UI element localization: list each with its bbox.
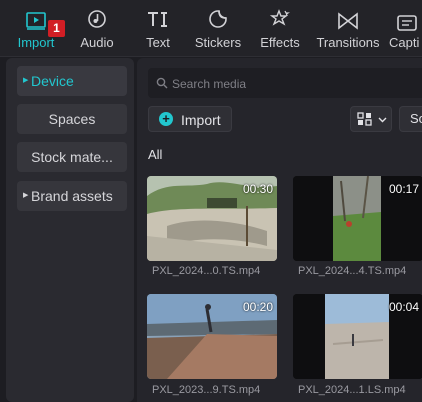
caret-right-icon: ▶ bbox=[23, 192, 29, 199]
sidebar-item-stock-material[interactable]: Stock mate... bbox=[17, 142, 127, 172]
tab-effects-label: Effects bbox=[260, 35, 300, 50]
text-icon bbox=[148, 12, 167, 27]
duration-label: 00:30 bbox=[242, 182, 273, 196]
sidebar-item-device[interactable]: ▶ Device bbox=[17, 66, 127, 96]
caret-right-icon: ▶ bbox=[23, 77, 29, 84]
sidebar-item-label: Stock mate... bbox=[31, 149, 113, 165]
sort-button[interactable]: So bbox=[399, 106, 422, 132]
tab-import-label: Import bbox=[17, 35, 55, 50]
tab-transitions-label: Transitions bbox=[316, 35, 380, 50]
import-button-label: Import bbox=[181, 112, 221, 128]
top-toolbar: Import 1 Audio Text Stickers Effects Tra… bbox=[0, 0, 422, 57]
search-icon bbox=[156, 77, 168, 89]
tab-effects[interactable]: Effects bbox=[255, 0, 305, 56]
duration-label: 00:17 bbox=[388, 182, 419, 196]
tab-transitions[interactable]: Transitions bbox=[313, 0, 383, 56]
tab-audio[interactable]: Audio bbox=[72, 0, 122, 56]
tab-captions-label: Capti bbox=[389, 35, 420, 50]
plus-icon: + bbox=[159, 112, 173, 126]
step-badge: 1 bbox=[48, 20, 65, 37]
sidebar-item-brand-assets[interactable]: ▶ Brand assets bbox=[17, 181, 127, 211]
tab-stickers[interactable]: Stickers bbox=[190, 0, 246, 56]
view-toggle-button[interactable] bbox=[350, 106, 392, 132]
sidebar-item-spaces[interactable]: Spaces bbox=[17, 104, 127, 134]
media-name: PXL_2024...4.TS.mp4 bbox=[298, 265, 407, 277]
audio-icon bbox=[88, 10, 106, 28]
duration-label: 00:20 bbox=[242, 300, 273, 314]
tab-stickers-label: Stickers bbox=[194, 35, 242, 50]
sidebar-item-label: Device bbox=[31, 73, 74, 89]
sidebar-item-label: Brand assets bbox=[31, 188, 113, 204]
transitions-icon bbox=[338, 12, 358, 30]
chevron-down-icon bbox=[378, 117, 387, 123]
duration-label: 00:04 bbox=[388, 300, 419, 314]
search-bar bbox=[148, 68, 422, 100]
import-icon bbox=[26, 12, 46, 30]
sidebar-item-label: Spaces bbox=[48, 111, 96, 127]
media-name: PXL_2023...9.TS.mp4 bbox=[152, 384, 261, 396]
tab-text[interactable]: Text bbox=[137, 0, 179, 56]
import-button[interactable]: + Import bbox=[148, 106, 232, 132]
media-card[interactable]: 00:04 bbox=[293, 294, 422, 379]
media-card[interactable]: 00:20 bbox=[147, 294, 277, 379]
search-input[interactable] bbox=[170, 68, 414, 100]
media-name: PXL_2024...0.TS.mp4 bbox=[152, 265, 261, 277]
media-name: PXL_2024...1.LS.mp4 bbox=[298, 384, 406, 396]
sidebar: ▶ Device Spaces Stock mate... ▶ Brand as… bbox=[6, 58, 134, 402]
captions-icon bbox=[397, 15, 417, 31]
filter-all-label: All bbox=[148, 147, 163, 162]
tab-audio-label: Audio bbox=[80, 35, 114, 50]
grid-view-icon bbox=[357, 112, 372, 126]
effects-icon bbox=[270, 9, 290, 26]
media-card[interactable]: 00:30 bbox=[147, 176, 277, 261]
tab-captions[interactable]: Capti bbox=[389, 0, 422, 56]
stickers-icon bbox=[209, 10, 227, 28]
media-card[interactable]: 00:17 bbox=[293, 176, 422, 261]
tab-text-label: Text bbox=[146, 35, 170, 50]
media-panel: + Import So All 00:30 PXL_2024...0.TS.mp… bbox=[137, 58, 422, 402]
